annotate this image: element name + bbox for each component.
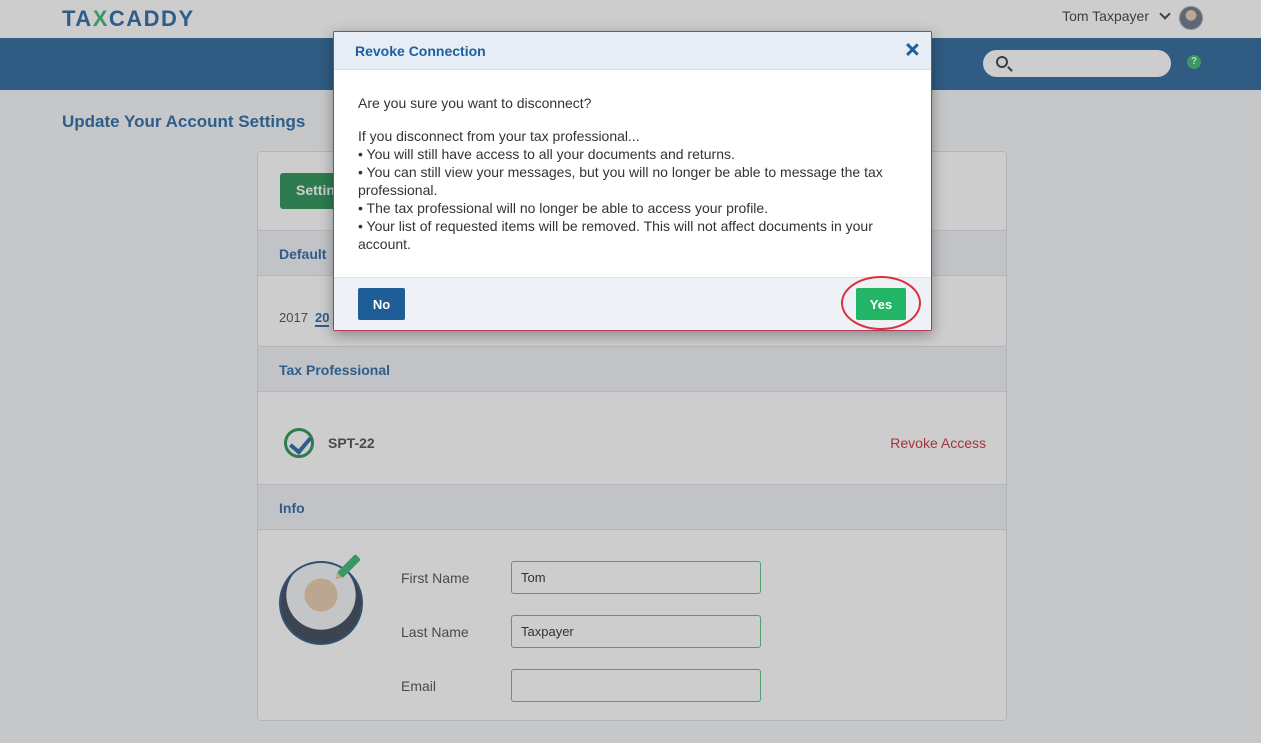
no-button[interactable]: No [358,288,405,320]
close-icon[interactable] [903,41,921,59]
dialog-question: Are you sure you want to disconnect? [358,95,592,111]
dialog-footer: No Yes [334,276,931,330]
revoke-connection-dialog: Revoke Connection Are you sure you want … [333,31,932,331]
dialog-bullet: • You can still view your messages, but … [358,164,883,198]
dialog-bullet: • You will still have access to all your… [358,146,735,162]
dialog-title: Revoke Connection [355,43,486,59]
dialog-intro: If you disconnect from your tax professi… [358,128,640,144]
dialog-bullet: • Your list of requested items will be r… [358,218,873,252]
yes-button[interactable]: Yes [856,288,906,320]
dialog-header: Revoke Connection [334,32,931,70]
dialog-body: Are you sure you want to disconnect? If … [358,94,908,253]
dialog-bullet: • The tax professional will no longer be… [358,200,769,216]
